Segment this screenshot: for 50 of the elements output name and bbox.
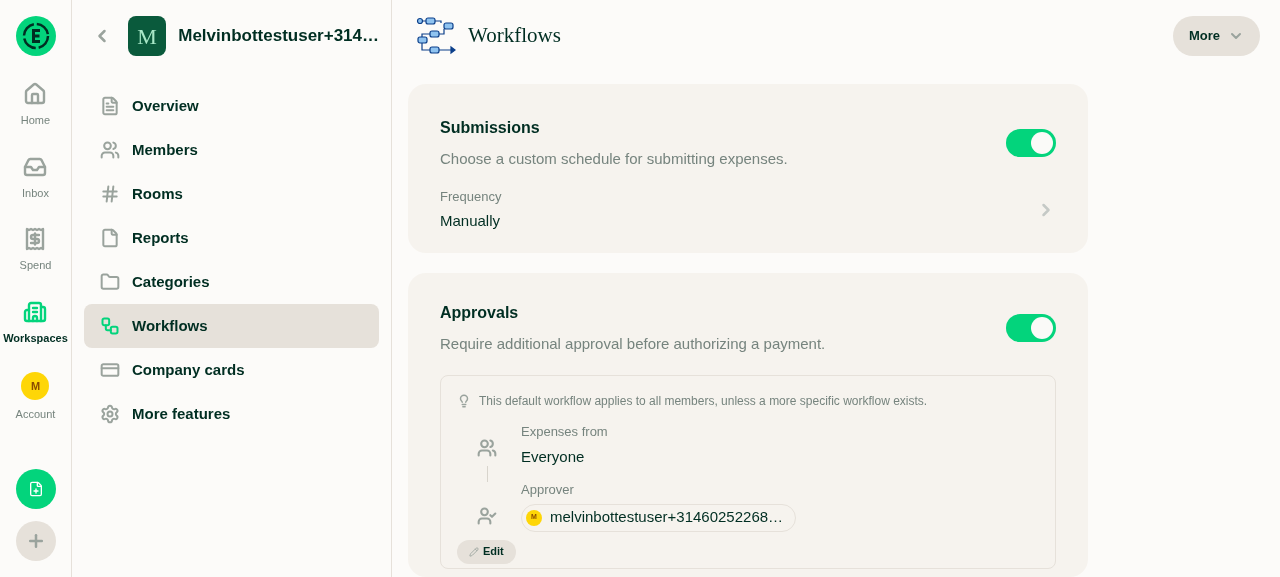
section-description: Require additional approval before authorizing a payment.	[440, 333, 826, 354]
section-title: Submissions	[440, 118, 541, 138]
section-title: Approvals	[440, 302, 520, 323]
menu-item[interactable]: Company cards	[84, 348, 379, 392]
menu-item[interactable]: Categories	[84, 260, 379, 304]
approver-icon	[477, 506, 497, 526]
toggle-switch[interactable]	[1006, 313, 1056, 342]
page-title: Workflows	[468, 22, 561, 50]
menu-item[interactable]: Reports	[84, 216, 379, 260]
workflow-diagram-icon	[416, 16, 456, 56]
file-icon	[100, 228, 120, 248]
nav-item[interactable]: Inbox	[22, 154, 49, 201]
toggle-switch[interactable]	[1006, 129, 1056, 158]
field-label: Approver	[521, 481, 575, 499]
nav-item[interactable]: Spend	[19, 227, 52, 274]
logo-icon[interactable]	[15, 16, 56, 56]
people-icon	[477, 438, 497, 458]
people-icon	[100, 140, 120, 160]
hint-text: This default workflow applies to all members, unless a more specific workflow exists.	[479, 393, 928, 410]
section-description: Choose a custom schedule for submitting expenses.	[440, 149, 788, 169]
add-button[interactable]	[15, 521, 56, 561]
nav-item[interactable]: M Account	[15, 372, 56, 423]
pencil-icon	[469, 546, 479, 557]
nav-item[interactable]: Home	[20, 82, 51, 129]
approver-name: melvinbottestuser+31460252268…	[550, 507, 784, 528]
field-label: Expenses from	[521, 423, 609, 441]
menu-item[interactable]: Members	[84, 128, 379, 172]
home-icon	[23, 82, 48, 106]
folder-icon	[100, 272, 120, 292]
settings-icon	[100, 404, 120, 424]
menu-item[interactable]: Overview	[84, 84, 379, 128]
workspace-avatar: M	[128, 16, 167, 56]
workspace-name: Melvinbottestuser+314…	[178, 25, 379, 48]
field-value: Everyone	[521, 446, 586, 467]
building-icon	[23, 299, 48, 324]
document-icon	[100, 96, 120, 116]
route-icon	[100, 316, 120, 336]
new-expense-button[interactable]	[15, 469, 56, 509]
more-button[interactable]: More	[1172, 16, 1260, 56]
file-plus-icon	[27, 481, 44, 497]
card-icon	[100, 360, 120, 380]
hash-icon	[100, 184, 120, 204]
frequency-row[interactable]: Frequency Manually	[440, 186, 1056, 233]
edit-button[interactable]: Edit	[457, 539, 516, 564]
nav-item[interactable]: Workspaces	[3, 299, 68, 346]
lightbulb-icon	[457, 394, 471, 408]
menu-item[interactable]: Workflows	[84, 304, 379, 348]
menu-item[interactable]: Rooms	[84, 172, 379, 216]
menu-item[interactable]: More features	[84, 392, 379, 436]
avatar-icon: M	[21, 372, 50, 400]
